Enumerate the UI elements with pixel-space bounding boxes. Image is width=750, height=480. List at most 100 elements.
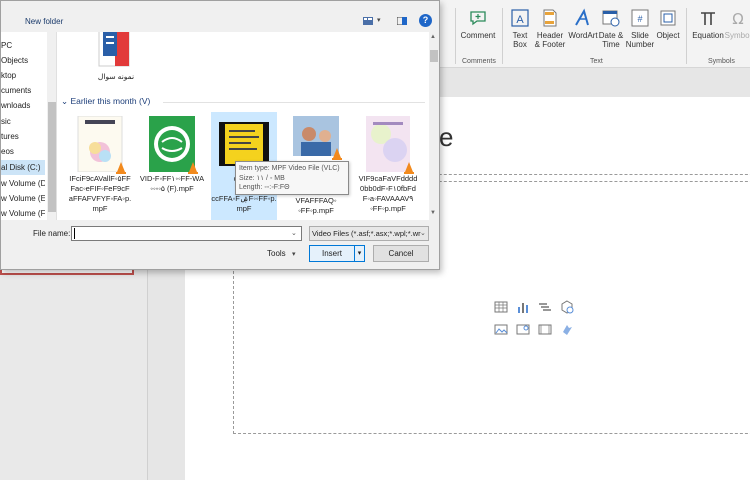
group-separator: [686, 8, 687, 64]
slide-number-label: Slide Number: [625, 31, 655, 49]
nav-scrollbar-thumb[interactable]: [48, 102, 56, 212]
nav-item[interactable]: Objects: [1, 53, 45, 68]
svg-text:#: #: [637, 14, 642, 24]
nav-item[interactable]: ktop: [1, 68, 45, 83]
symbol-label: Symbol: [724, 31, 750, 40]
calendar-icon: [602, 10, 620, 27]
help-icon[interactable]: ?: [419, 14, 432, 27]
file-info-tooltip: Item type: MPF Video File (VLC) Size: ۱۱…: [235, 161, 349, 195]
tools-menu-button[interactable]: Tools: [267, 249, 286, 258]
object-button[interactable]: Object: [654, 8, 682, 40]
insert-smartart-icon[interactable]: [538, 300, 552, 314]
title-text: e: [439, 122, 454, 152]
nav-scrollbar[interactable]: [47, 32, 56, 220]
view-dropdown-chevron-icon[interactable]: ▾: [377, 16, 381, 24]
slide-number-icon: #: [631, 9, 649, 27]
wordart-label: WordArt: [568, 31, 598, 40]
dialog-toolbar: New folder ▾ ?: [1, 1, 439, 31]
nav-item[interactable]: cuments: [1, 83, 45, 98]
comment-icon: [470, 11, 486, 26]
symbols-group-label: Symbols: [708, 58, 735, 65]
nav-item[interactable]: PC: [1, 38, 45, 53]
change-view-icon[interactable]: [363, 17, 373, 25]
preview-pane-icon[interactable]: [397, 17, 407, 25]
wordart-button[interactable]: WordArt: [566, 8, 600, 40]
group-divider: [163, 102, 425, 103]
text-box-button[interactable]: A Text Box: [506, 8, 534, 49]
file-type-select[interactable]: Video Files (*.asf;*.asx;*.wpl;*.wr: [309, 226, 429, 241]
svg-text:A: A: [516, 14, 524, 26]
scroll-up-icon[interactable]: ▲: [430, 34, 436, 40]
text-box-icon: A: [511, 9, 529, 27]
file-name-dropdown-icon[interactable]: ⌄: [291, 229, 297, 237]
insert-3d-model-icon[interactable]: [560, 300, 574, 314]
file-name: VIF9caFaVFdddd 0bb0dF◦F۱0fbFd F◦a◦FAVAAA…: [358, 174, 418, 213]
comments-group-label: Comments: [462, 58, 496, 65]
tooltip-size: Size: ۱۱ / ◦ MB: [239, 174, 285, 182]
equation-label: Equation: [692, 31, 724, 40]
file-name: VFAFFFAQ◦ ◦FF◦p.mpF: [295, 196, 337, 215]
slide-number-button[interactable]: # Slide Number: [625, 8, 655, 49]
vlc-icon: [116, 162, 126, 174]
symbol-button[interactable]: Ω Symbol: [724, 8, 750, 40]
file-item[interactable]: IFciF9cAVallF◦۵FF Fac◦eFIF◦FeF9cF aFFAFV…: [67, 112, 133, 220]
vlc-icon: [404, 162, 414, 174]
insert-icons-icon[interactable]: [560, 322, 574, 336]
file-type-dropdown-icon[interactable]: ⌄: [420, 229, 426, 237]
omega-icon: Ω: [732, 10, 743, 28]
navigation-pane: PC Objects ktop cuments wnloads sic ture…: [1, 32, 57, 220]
file-name-input[interactable]: [71, 226, 302, 241]
file-item[interactable]: VID-F◦FF۱◦◦FF-WA ◦◦◦◦۵ (F).mpF: [139, 112, 205, 220]
tools-chevron-icon[interactable]: ▾: [292, 250, 296, 258]
scroll-down-icon[interactable]: ▼: [430, 210, 436, 216]
file-list-scrollbar-thumb[interactable]: [430, 50, 438, 62]
pi-icon: [701, 12, 715, 25]
comment-label: Comment: [460, 31, 496, 40]
insert-video-icon[interactable]: [538, 322, 552, 336]
object-icon: [660, 10, 676, 26]
header-footer-label: Header & Footer: [534, 31, 566, 49]
tooltip-length: Length: ◦◦:◦F:FΘ: [239, 184, 290, 191]
group-header-label: Earlier this month (V): [70, 96, 151, 106]
nav-item-local-disk-selected[interactable]: al Disk (C:): [1, 160, 45, 175]
document-thumbnail-icon: [98, 32, 130, 67]
wordart-icon: [575, 8, 589, 26]
equation-button[interactable]: Equation: [690, 8, 726, 40]
nav-item[interactable]: w Volume (D:: [1, 176, 45, 191]
insert-dropdown-icon[interactable]: ▾: [355, 245, 365, 262]
insert-video-dialog: New folder ▾ ? PC Objects ktop cuments w…: [0, 0, 440, 270]
date-time-button[interactable]: Date & Time: [597, 8, 625, 49]
insert-chart-icon[interactable]: [516, 300, 530, 314]
insert-online-picture-icon[interactable]: [516, 322, 530, 336]
group-separator: [502, 8, 503, 64]
date-time-label: Date & Time: [598, 31, 624, 49]
insert-table-icon[interactable]: [494, 300, 508, 314]
new-folder-button[interactable]: New folder: [25, 17, 63, 26]
file-name: IFciF9cAVallF◦۵FF Fac◦eFIF◦FeF9cF aFFAFV…: [68, 174, 132, 213]
insert-button[interactable]: Insert: [309, 245, 355, 262]
nav-item[interactable]: tures: [1, 129, 45, 144]
file-item[interactable]: نمونه سوال: [83, 32, 149, 92]
file-name: VID-F◦FF۱◦◦FF-WA ◦◦◦◦۵ (F).mpF: [139, 174, 205, 193]
insert-picture-icon[interactable]: [494, 322, 508, 336]
nav-item[interactable]: sic: [1, 114, 45, 129]
nav-item[interactable]: eos: [1, 144, 45, 159]
nav-item[interactable]: w Volume (E:): [1, 191, 45, 206]
vlc-icon: [188, 162, 198, 174]
nav-item[interactable]: w Volume (F:): [1, 206, 45, 220]
group-header[interactable]: ⌄ Earlier this month (V): [61, 96, 150, 107]
header-footer-icon: [543, 9, 557, 27]
nav-item[interactable]: wnloads: [1, 98, 45, 113]
svg-text:Ω: Ω: [732, 10, 743, 28]
tooltip-item-type: Item type: MPF Video File (VLC): [239, 165, 340, 172]
cancel-button[interactable]: Cancel: [373, 245, 429, 262]
group-separator: [455, 8, 456, 64]
text-caret: [74, 228, 75, 239]
file-item[interactable]: VIF9caFaVFdddd 0bb0dF◦F۱0fbFd F◦a◦FAVAAA…: [355, 112, 421, 220]
header-footer-button[interactable]: Header & Footer: [532, 8, 568, 49]
text-box-label: Text Box: [512, 31, 528, 49]
vlc-icon: [332, 148, 342, 160]
file-list-scrollbar[interactable]: ▲ ▼: [429, 32, 439, 220]
file-name-label: File name:: [33, 229, 71, 238]
comment-button[interactable]: Comment: [460, 8, 496, 40]
